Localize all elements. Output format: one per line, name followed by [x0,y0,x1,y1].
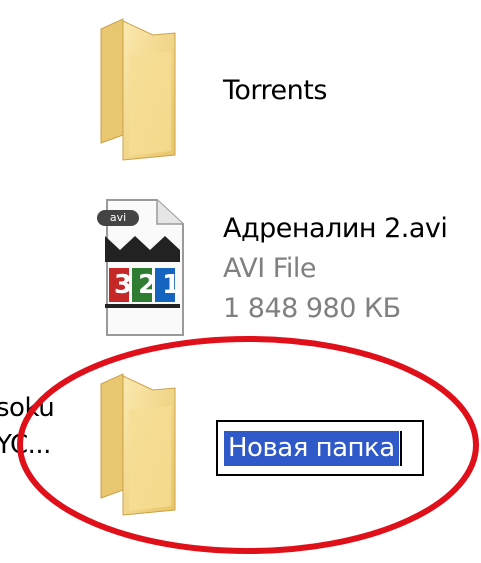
file-type-label: AVI File [223,253,316,284]
file-name: Адреналин 2.avi [223,213,448,244]
folder-new-renaming[interactable] [95,370,195,520]
rename-textbox[interactable]: Новая папка [216,420,424,476]
rename-selected-text[interactable]: Новая папка [224,431,402,466]
folder-name: Torrents [223,75,327,106]
folder-icon [100,373,176,516]
text-caret [399,431,402,466]
clipped-item-label-line1: soku [0,393,55,423]
folder-icon [100,18,176,161]
file-adrenalin-avi[interactable]: avi 321 Адреналин 2.avi AVI File 1 848 9… [95,190,455,340]
folder-torrents[interactable]: Torrents [95,15,395,175]
media-counter-label: 321 [114,270,187,300]
file-size-label: 1 848 980 КБ [223,293,401,324]
clipped-item-label-line2: YC... [0,430,51,460]
file-type-badge: avi [97,210,139,226]
